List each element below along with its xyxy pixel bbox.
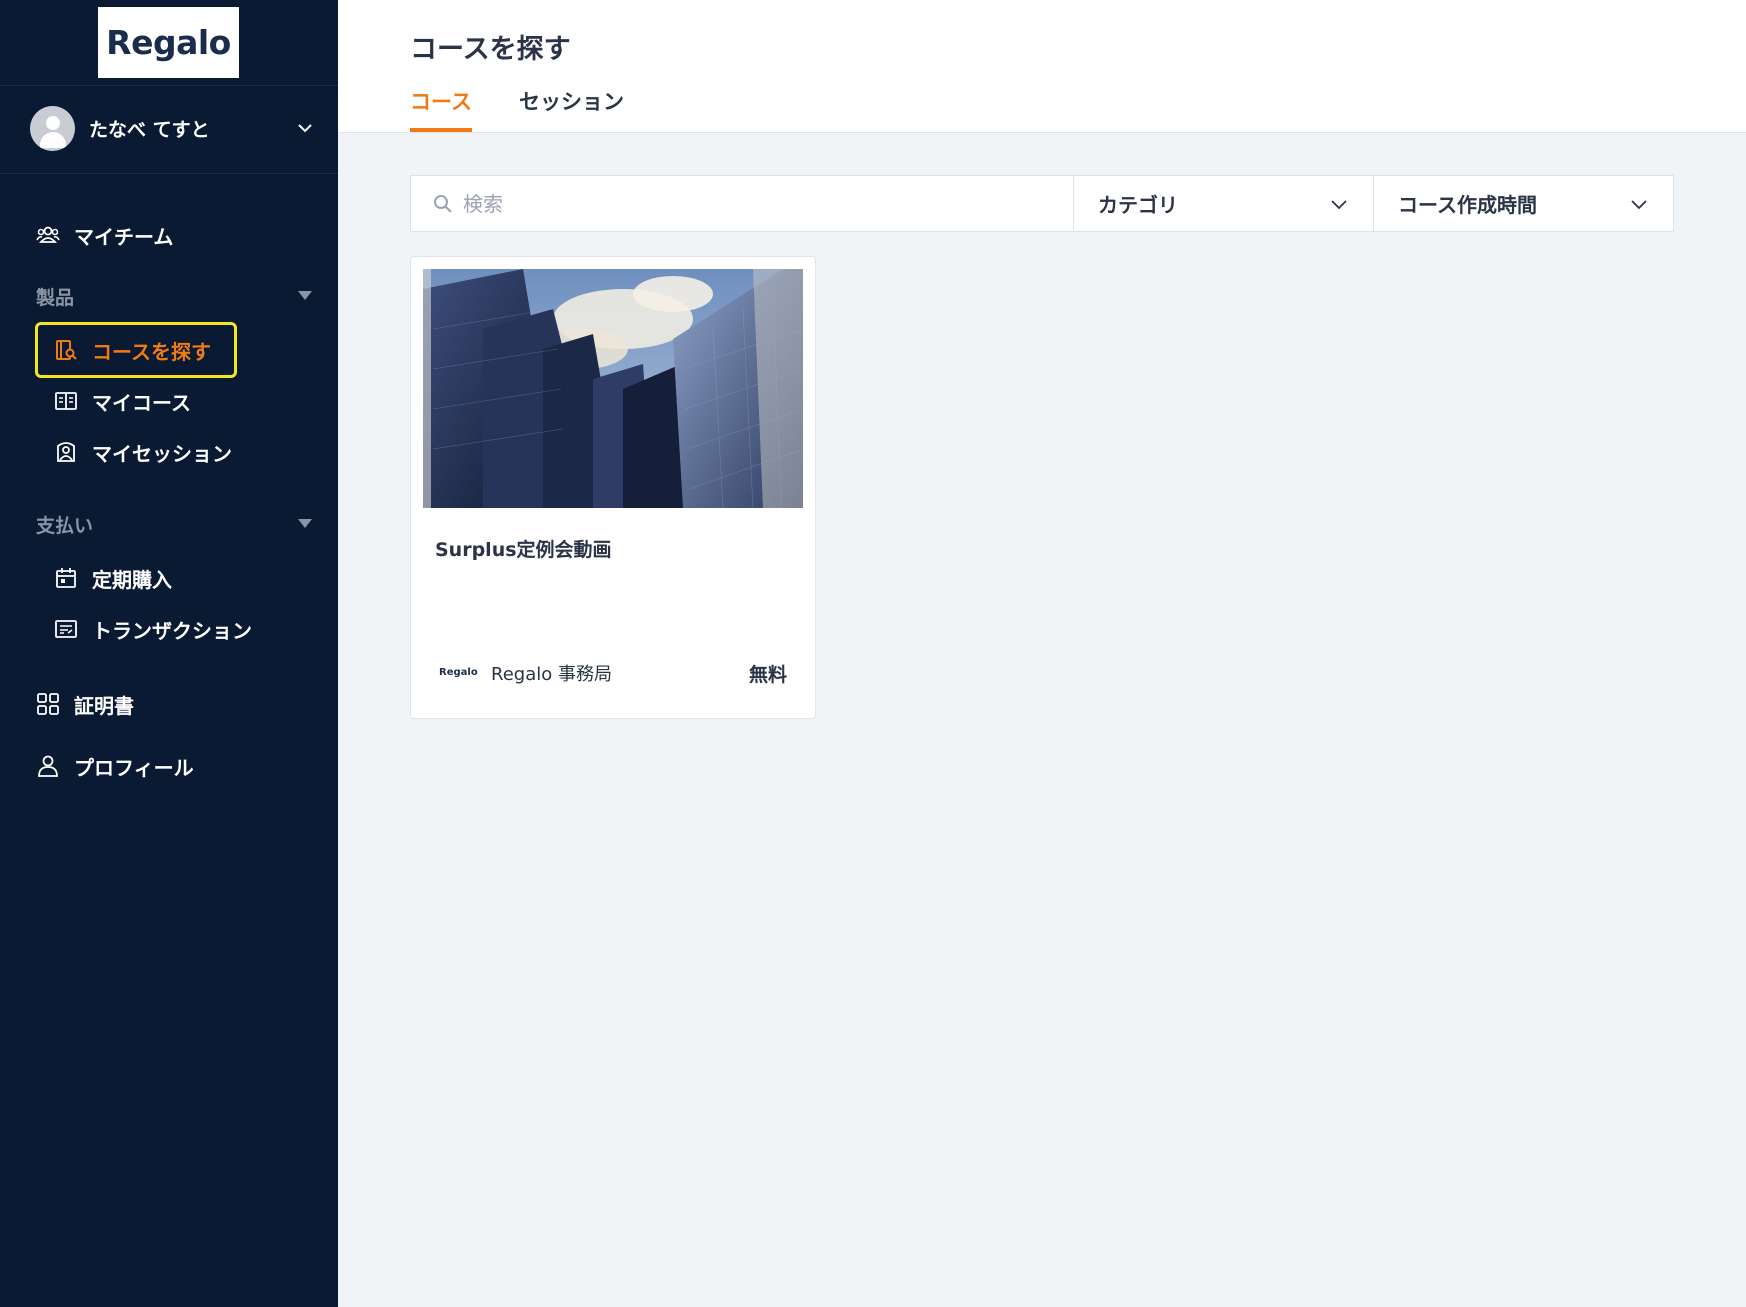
course-price: 無料	[748, 664, 787, 686]
regalo-logo[interactable]: Regalo	[98, 7, 239, 78]
avatar	[30, 105, 75, 151]
search-input[interactable]	[463, 191, 1023, 216]
tab-courses[interactable]: コース	[410, 86, 472, 116]
tab-sessions[interactable]: セッション	[519, 86, 624, 116]
receipt-icon	[55, 620, 77, 638]
active-tab-indicator	[410, 128, 472, 132]
sidebar-item-certificates[interactable]: 証明書	[36, 684, 134, 724]
sidebar-item-my-sessions[interactable]: マイセッション	[54, 432, 232, 472]
sidebar-item-label: マイコース	[92, 390, 191, 415]
sort-dropdown[interactable]: コース作成時間	[1374, 176, 1673, 231]
sidebar-item-label: マイチーム	[74, 224, 174, 249]
course-thumbnail[interactable]	[423, 269, 803, 508]
sidebar: Regalo たなべ てすと マイチーム 製品 コースを探す マイコース マイセ…	[0, 0, 338, 1307]
sidebar-item-profile[interactable]: プロフィール	[36, 746, 194, 786]
session-icon	[57, 442, 75, 462]
sidebar-item-label: マイセッション	[92, 441, 232, 466]
sidebar-item-label: 定期購入	[92, 567, 172, 592]
section-payments-label[interactable]: 支払い	[36, 511, 93, 538]
caret-down-icon[interactable]	[298, 291, 312, 300]
team-icon	[36, 226, 60, 243]
chevron-down-icon	[298, 124, 312, 133]
category-dropdown[interactable]: カテゴリ	[1074, 176, 1374, 231]
course-search-icon	[56, 340, 77, 360]
sidebar-item-label: プロフィール	[74, 755, 194, 780]
sidebar-divider	[0, 173, 338, 174]
sort-dropdown-label: コース作成時間	[1398, 193, 1537, 217]
book-icon	[55, 392, 77, 410]
sidebar-item-label: 証明書	[74, 693, 134, 718]
person-icon	[38, 755, 58, 777]
sidebar-item-my-team[interactable]: マイチーム	[36, 215, 173, 255]
page-title: コースを探す	[410, 34, 571, 65]
user-menu[interactable]: たなべ てすと	[30, 105, 315, 151]
search-box[interactable]	[411, 176, 1074, 231]
course-title[interactable]: Surplus定例会動画	[435, 535, 612, 562]
provider-name: Regalo 事務局	[491, 664, 612, 685]
section-products-label[interactable]: 製品	[36, 283, 74, 310]
grid-icon	[37, 693, 59, 715]
calendar-icon	[56, 568, 76, 588]
filter-bar: カテゴリ コース作成時間	[410, 175, 1674, 232]
search-icon	[434, 194, 452, 213]
category-dropdown-label: カテゴリ	[1098, 193, 1178, 217]
caret-down-icon[interactable]	[298, 519, 312, 528]
sidebar-item-find-courses[interactable]: コースを探す	[54, 330, 211, 370]
chevron-down-icon	[1331, 199, 1347, 209]
sidebar-divider	[0, 85, 338, 86]
user-name: たなべ てすと	[89, 118, 210, 141]
chevron-down-icon	[1631, 199, 1647, 209]
sidebar-item-my-courses[interactable]: マイコース	[54, 381, 191, 421]
sidebar-item-transactions[interactable]: トランザクション	[54, 609, 252, 649]
course-card[interactable]: Surplus定例会動画 Regalo Regalo 事務局 無料	[410, 256, 816, 719]
sidebar-item-label: トランザクション	[92, 618, 252, 643]
provider-logo: Regalo	[439, 667, 478, 678]
sidebar-item-label: コースを探す	[92, 339, 211, 364]
sidebar-item-subscriptions[interactable]: 定期購入	[54, 558, 172, 598]
page-header: コースを探す コース セッション	[338, 0, 1746, 133]
logo-text: Regalo	[106, 23, 231, 62]
